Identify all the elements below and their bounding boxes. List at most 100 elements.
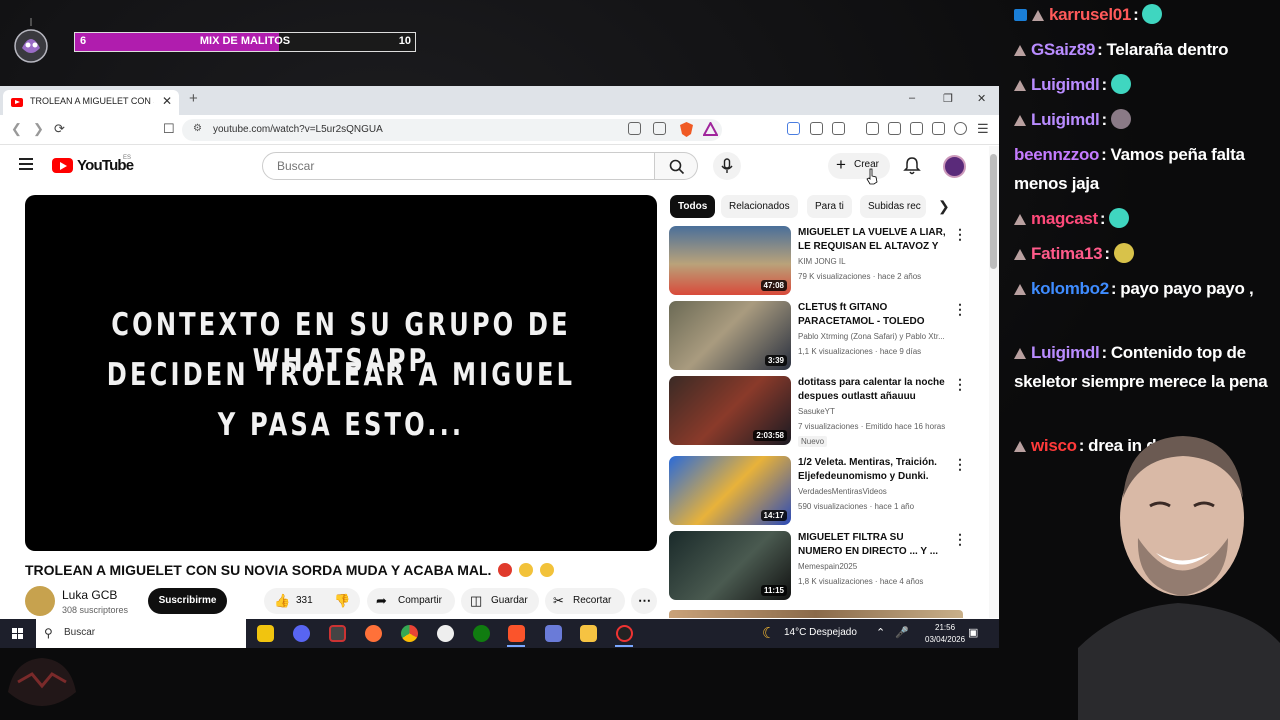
video-thumbnail[interactable]: 3:39 <box>669 301 791 370</box>
video-thumbnail[interactable]: 11:15 <box>669 531 791 600</box>
chat-username[interactable]: beennzzoo <box>1014 145 1099 164</box>
recommendation-title[interactable]: dotitass para calentar la noche despues … <box>798 376 948 404</box>
chip-all[interactable]: Todos <box>670 195 716 218</box>
restore-button[interactable]: ❐ <box>943 92 953 105</box>
wallet-icon[interactable] <box>910 122 923 135</box>
site-info-icon[interactable]: ⚙ <box>193 123 202 134</box>
chat-username[interactable]: Luigimdl <box>1031 343 1100 362</box>
more-vertical-icon[interactable]: ⋮ <box>953 456 967 473</box>
extension-puzzle-icon[interactable] <box>810 122 823 135</box>
taskbar-clock[interactable]: 21:56 03/04/2026 <box>925 622 965 646</box>
video-player[interactable]: CONTEXTO EN SU GRUPO DE WHATSAPP DECIDEN… <box>25 195 657 551</box>
close-window-button[interactable]: ✕ <box>977 92 986 105</box>
bookmark-icon[interactable]: ☐ <box>163 121 175 137</box>
file-explorer-icon[interactable] <box>257 625 274 642</box>
channel-name[interactable]: Luka GCB <box>62 588 117 602</box>
recommendation-channel[interactable]: Memespain2025 <box>798 562 958 571</box>
notifications-bell-icon[interactable] <box>903 156 921 176</box>
brave-icon[interactable] <box>508 625 525 642</box>
more-vertical-icon[interactable]: ⋮ <box>953 226 967 243</box>
chip-recent-uploads[interactable]: Subidas rec <box>860 195 926 218</box>
windows-start-icon[interactable] <box>12 628 23 639</box>
chat-username[interactable]: Luigimdl <box>1031 110 1100 129</box>
vpn-icon[interactable] <box>954 122 967 135</box>
extension-audio-icon[interactable] <box>787 122 800 135</box>
search-box[interactable] <box>262 152 655 180</box>
video-thumbnail[interactable]: 2:03:58 <box>669 376 791 445</box>
share-button[interactable]: ➦ Compartir <box>367 588 455 614</box>
xbox-icon[interactable] <box>473 625 490 642</box>
back-icon[interactable]: ❮ <box>11 121 22 137</box>
tray-overflow-icon[interactable]: ⌃ <box>876 626 885 639</box>
recommendation-item[interactable]: 11:15 MIGUELET FILTRA SU NUMERO EN DIREC… <box>669 531 969 601</box>
account-avatar[interactable] <box>943 155 966 178</box>
forward-icon[interactable]: ❯ <box>33 121 44 137</box>
create-button[interactable]: + Crear <box>828 153 890 179</box>
chat-username[interactable]: magcast <box>1031 209 1098 228</box>
weather-text[interactable]: 14°C Despejado <box>784 627 857 638</box>
chevron-right-icon[interactable]: ❯ <box>938 198 950 215</box>
app-icon[interactable] <box>329 625 346 642</box>
page-scrollbar[interactable] <box>989 146 999 618</box>
guide-menu-icon[interactable] <box>19 158 33 173</box>
new-tab-button[interactable]: + <box>189 90 198 107</box>
more-vertical-icon[interactable]: ⋮ <box>953 301 967 318</box>
app-icon[interactable] <box>545 625 562 642</box>
recommendation-channel[interactable]: KIM JONG IL <box>798 257 958 266</box>
obs-icon[interactable] <box>616 625 633 642</box>
chip-related[interactable]: Relacionados <box>721 195 798 218</box>
recommendation-partial-thumbnail[interactable] <box>669 610 963 618</box>
search-input[interactable] <box>263 153 654 179</box>
more-vertical-icon[interactable]: ⋮ <box>953 376 967 393</box>
video-thumbnail[interactable]: 47:08 <box>669 226 791 295</box>
recommendation-channel[interactable]: VerdadesMentirasVideos <box>798 487 958 496</box>
brave-shield-icon[interactable] <box>679 121 694 138</box>
recommendation-item[interactable]: 3:39 CLETU$ ft GITANO PARACETAMOL - TOLE… <box>669 301 969 371</box>
chip-for-you[interactable]: Para ti <box>807 195 852 218</box>
chat-username[interactable]: kolombo2 <box>1031 279 1109 298</box>
dislike-button[interactable]: 👎 <box>334 588 350 614</box>
taskbar-search[interactable]: ⚲ Buscar <box>36 619 246 648</box>
brave-rewards-icon[interactable] <box>703 122 718 136</box>
subscribe-button[interactable]: Suscribirme <box>148 588 227 614</box>
chat-username[interactable]: karrusel01 <box>1049 5 1131 24</box>
folder-icon[interactable] <box>580 625 597 642</box>
video-thumbnail[interactable]: 14:17 <box>669 456 791 525</box>
reload-icon[interactable]: ⟳ <box>54 121 65 137</box>
recommendation-channel[interactable]: SasukeYT <box>798 407 958 416</box>
search-button[interactable] <box>655 152 698 180</box>
save-button[interactable]: ◫ Guardar <box>461 588 539 614</box>
recommendation-title[interactable]: CLETU$ ft GITANO PARACETAMOL - TOLEDO BO… <box>798 301 948 329</box>
tab-close-icon[interactable]: ✕ <box>162 94 172 108</box>
extension-capture-icon[interactable] <box>832 122 845 135</box>
youtube-logo-icon[interactable] <box>52 158 73 173</box>
like-button[interactable]: 👍 <box>274 588 290 614</box>
channel-avatar[interactable] <box>25 586 55 616</box>
chat-username[interactable]: wisco <box>1031 436 1077 455</box>
more-vertical-icon[interactable]: ⋮ <box>953 531 967 548</box>
chat-username[interactable]: Fatima13 <box>1031 244 1103 263</box>
firefox-icon[interactable] <box>365 625 382 642</box>
recommendation-title[interactable]: MIGUELET FILTRA SU NUMERO EN DIRECTO ...… <box>798 531 948 559</box>
media-icon[interactable] <box>866 122 879 135</box>
recommendation-title[interactable]: MIGUELET LA VUELVE A LIAR, LE REQUISAN E… <box>798 226 948 254</box>
microphone-tray-icon[interactable]: 🎤 <box>895 626 909 639</box>
clip-button[interactable]: ✂ Recortar <box>545 588 625 614</box>
more-actions-button[interactable]: ⋯ <box>631 588 657 614</box>
sidebar-icon[interactable] <box>888 122 901 135</box>
chat-username[interactable]: GSaiz89 <box>1031 40 1095 59</box>
chat-username[interactable]: Luigimdl <box>1031 75 1100 94</box>
media-player-icon[interactable] <box>437 625 454 642</box>
menu-icon[interactable]: ☰ <box>977 121 989 137</box>
leo-icon[interactable] <box>932 122 945 135</box>
voice-search-button[interactable] <box>713 152 741 180</box>
recommendation-channel[interactable]: Pablo Xtrming (Zona Safari) y Pablo Xtr.… <box>798 332 958 341</box>
cast-icon[interactable] <box>628 122 641 135</box>
url-field[interactable]: ⚙ youtube.com/watch?v=L5ur2sQNGUA <box>182 119 722 141</box>
scrollbar-thumb[interactable] <box>990 154 997 269</box>
recommendation-item[interactable]: 2:03:58 dotitass para calentar la noche … <box>669 376 969 447</box>
recommendation-title[interactable]: 1/2 Veleta. Mentiras, Traición. Eljefede… <box>798 456 948 484</box>
minimize-button[interactable]: – <box>909 92 915 104</box>
chrome-icon[interactable] <box>401 625 418 642</box>
recommendation-item[interactable]: 14:17 1/2 Veleta. Mentiras, Traición. El… <box>669 456 969 526</box>
